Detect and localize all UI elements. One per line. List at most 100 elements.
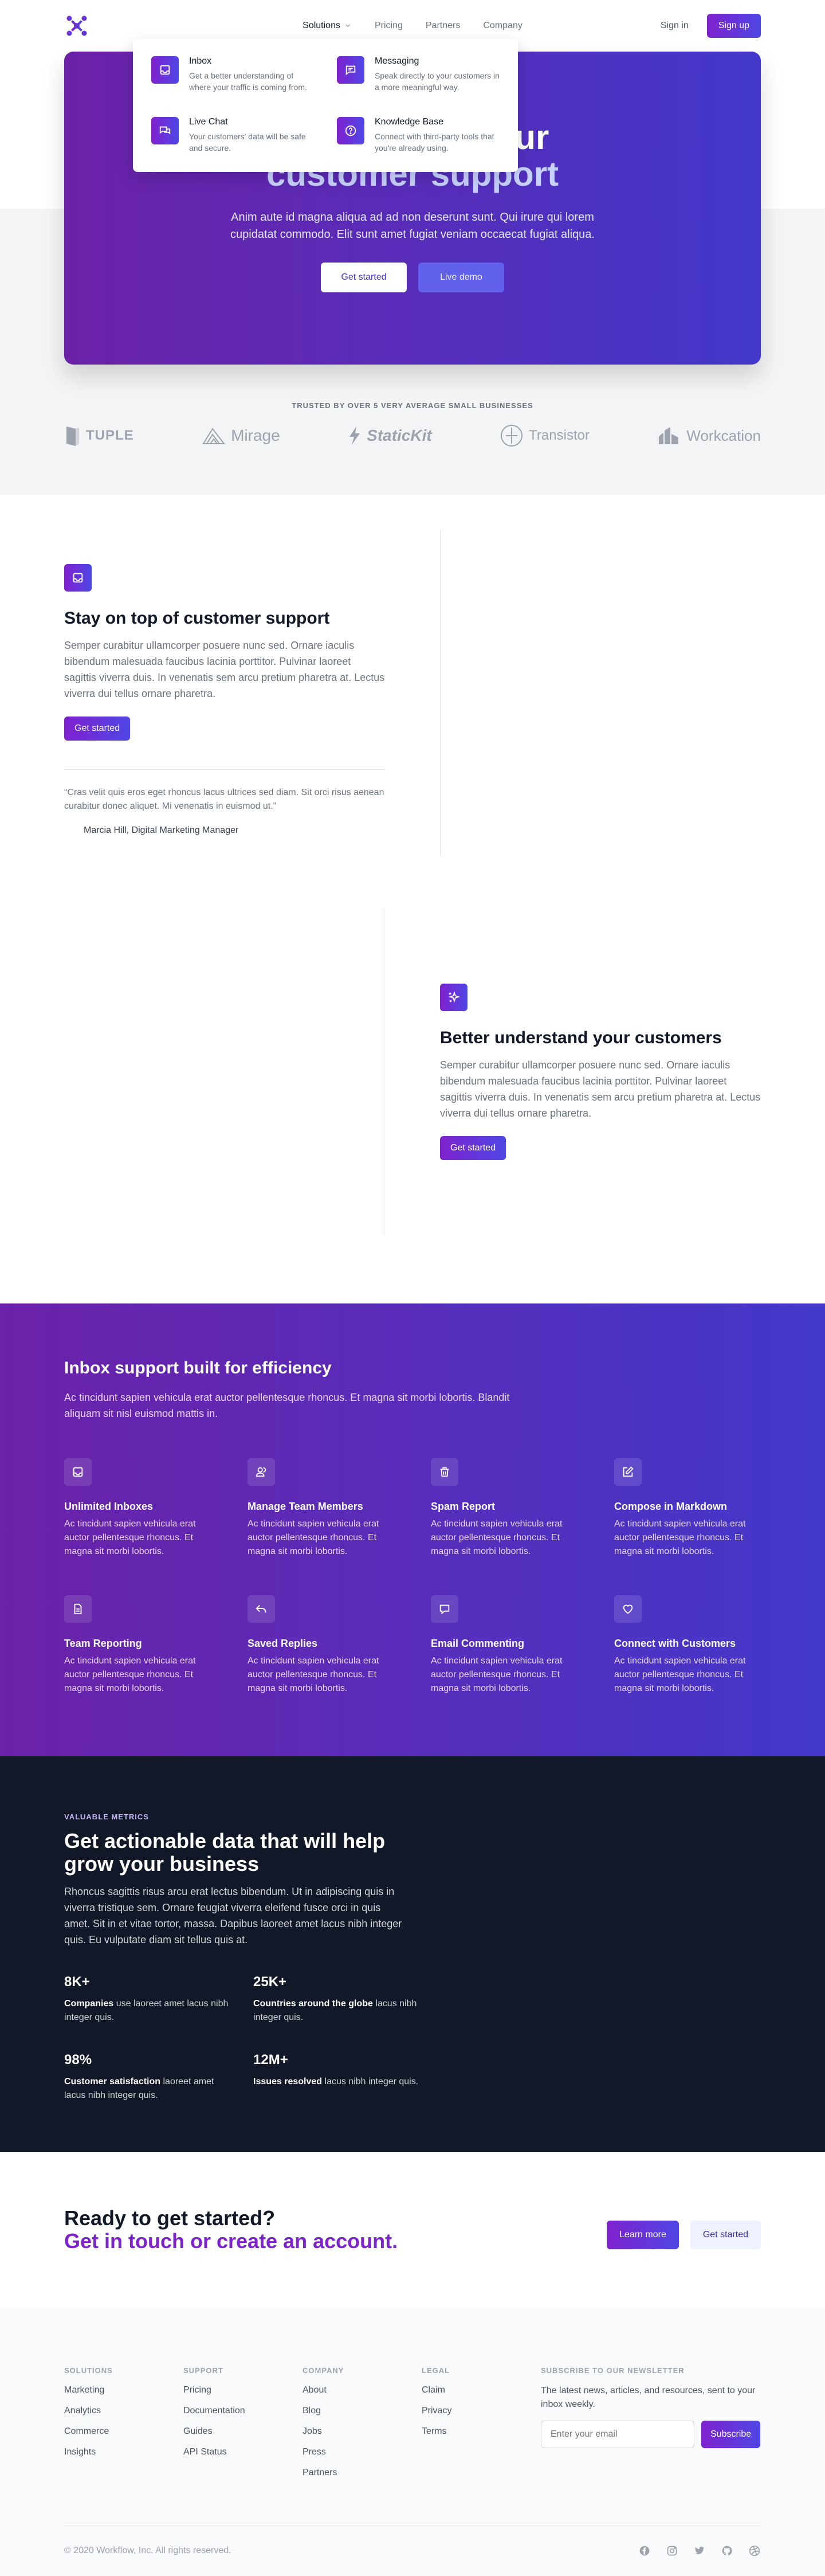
metric-item: 25K+ Countries around the globe lacus ni… [253,1974,419,2025]
comment-icon [431,1595,458,1623]
footer-link[interactable]: Partners [302,2468,344,2478]
hero-live-demo-button[interactable]: Live demo [418,263,504,292]
feature-card-text: Ac tincidunt sapien vehicula erat auctor… [247,1519,379,1556]
hero-subtitle: Anim aute id magna aliqua ad ad non dese… [230,211,595,241]
footer-link[interactable]: Pricing [183,2385,245,2395]
metric-value: 12M+ [253,2052,288,2068]
facebook-icon[interactable] [638,2544,651,2557]
feature-card: Spam Report Ac tincidunt sapien vehicula… [431,1458,578,1559]
metric-bold: Countries around the globe [253,1999,373,2009]
copyright: © 2020 Workflow, Inc. All rights reserve… [64,2546,231,2555]
feature-card-text: Ac tincidunt sapien vehicula erat auctor… [614,1519,746,1556]
footer-column-support: SUPPORT Pricing Documentation Guides API… [183,2366,245,2457]
document-icon [64,1595,92,1623]
nav-partners[interactable]: Partners [426,21,460,31]
flyout-item-knowledge-base[interactable]: Knowledge Base Connect with third-party … [337,117,500,155]
footer-link[interactable]: Claim [422,2385,451,2395]
email-input[interactable] [541,2421,694,2448]
footer-heading: SOLUTIONS [64,2366,113,2375]
sign-up-button[interactable]: Sign up [706,14,761,38]
metric-bold: Customer satisfaction [64,2077,161,2086]
twitter-icon[interactable] [693,2544,706,2557]
metric-value: 25K+ [253,1974,287,1990]
inbox-icon [151,56,179,84]
flyout-item-messaging[interactable]: Messaging Speak directly to your custome… [337,56,500,94]
efficiency-section: Inbox support built for efficiency Ac ti… [0,1303,825,1756]
section-title: Inbox support built for efficiency [64,1359,332,1377]
mirage-logo: Mirage [202,426,280,445]
cta-get-started-button[interactable]: Get started [690,2221,761,2249]
quote-text: “Cras velit quis eros eget rhoncus lacus… [64,788,384,811]
workflow-logo[interactable] [64,13,89,38]
feature-get-started-button[interactable]: Get started [440,1136,506,1160]
feature-card: Connect with Customers Ac tincidunt sapi… [614,1595,761,1696]
chat-icon [151,117,179,144]
footer-link[interactable]: Insights [64,2447,113,2457]
inbox-icon [64,1458,92,1486]
footer-link[interactable]: Press [302,2447,344,2457]
feature-card-title: Spam Report [431,1501,496,1512]
newsletter: SUBSCRIBE TO OUR NEWSLETTER The latest n… [541,2366,764,2448]
mirage-logo-text: Mirage [231,426,280,444]
dribbble-icon[interactable] [748,2544,761,2557]
sign-in-link[interactable]: Sign in [661,21,689,31]
main-nav: Solutions Pricing Partners Company [302,21,522,31]
metrics-kicker: VALUABLE METRICS [64,1812,149,1821]
metric-desc: Companies use laoreet amet lacus nibh in… [64,1997,230,2025]
newsletter-heading: SUBSCRIBE TO OUR NEWSLETTER [541,2366,685,2375]
quote-author: Marcia Hill, Digital Marketing Manager [84,825,239,835]
pencil-icon [614,1458,642,1486]
metrics-text: Rhoncus sagittis risus arcu erat lectus … [64,1886,402,1945]
metric-desc: Customer satisfaction laoreet amet lacus… [64,2075,230,2103]
footer-link[interactable]: Blog [302,2406,344,2416]
footer-link[interactable]: Terms [422,2426,451,2437]
footer-link[interactable]: Guides [183,2426,245,2437]
feature-text: Semper curabitur ullamcorper posuere nun… [440,1059,761,1119]
feature-card-title: Email Commenting [431,1638,525,1649]
users-icon [247,1458,275,1486]
feature-understand-customers: Better understand your customers Semper … [440,984,761,1160]
flyout-item-title: Live Chat [189,117,228,127]
nav-company[interactable]: Company [483,21,522,31]
footer-link[interactable]: Documentation [183,2406,245,2416]
feature-card-text: Ac tincidunt sapien vehicula erat auctor… [64,1656,196,1693]
feature-get-started-button[interactable]: Get started [64,717,131,741]
cta-title-accent: Get in touch or create an account. [64,2229,398,2253]
inbox-icon [64,564,92,592]
footer-column-legal: LEGAL Claim Privacy Terms [422,2366,451,2437]
feature-card: Compose in Markdown Ac tincidunt sapien … [614,1458,761,1559]
feature-card: Team Reporting Ac tincidunt sapien vehic… [64,1595,211,1696]
testimonial-quote: “Cras velit quis eros eget rhoncus lacus… [64,769,385,837]
metric-bold: Issues resolved [253,2077,323,2086]
footer-link[interactable]: API Status [183,2447,245,2457]
footer-link[interactable]: Privacy [422,2406,451,2416]
instagram-icon[interactable] [666,2544,678,2557]
social-links [638,2544,761,2557]
customer-logos: TUPLE Mirage StaticKit Transistor Workca… [64,424,761,447]
footer-link[interactable]: Analytics [64,2406,113,2416]
nav-solutions[interactable]: Solutions [302,21,352,31]
feature-card: Email Commenting Ac tincidunt sapien veh… [431,1595,578,1696]
subscribe-button[interactable]: Subscribe [701,2421,761,2448]
feature-card: Unlimited Inboxes Ac tincidunt sapien ve… [64,1458,211,1559]
heart-icon [614,1595,642,1623]
metric-desc: Issues resolved lacus nibh integer quis. [253,2075,419,2089]
footer-link[interactable]: Commerce [64,2426,113,2437]
github-icon[interactable] [721,2544,733,2557]
flyout-item-live-chat[interactable]: Live Chat Your customers' data will be s… [151,117,314,155]
footer-link[interactable]: Marketing [64,2385,113,2395]
footer-link[interactable]: About [302,2385,344,2395]
cta-title: Ready to get started? [64,2206,276,2230]
flyout-item-desc: Get a better understanding of where your… [189,71,307,92]
footer-link[interactable]: Jobs [302,2426,344,2437]
hero-get-started-button[interactable]: Get started [321,263,407,292]
metric-bold: Companies [64,1999,114,2009]
nav-pricing[interactable]: Pricing [375,21,403,31]
flyout-item-inbox[interactable]: Inbox Get a better understanding of wher… [151,56,314,94]
metrics-section: VALUABLE METRICS Get actionable data tha… [0,1756,825,2152]
feature-title: Better understand your customers [440,1028,722,1047]
metric-rest: lacus nibh integer quis. [322,2077,419,2086]
learn-more-button[interactable]: Learn more [607,2221,679,2249]
question-icon [337,117,364,144]
transistor-logo: Transistor [500,424,590,447]
